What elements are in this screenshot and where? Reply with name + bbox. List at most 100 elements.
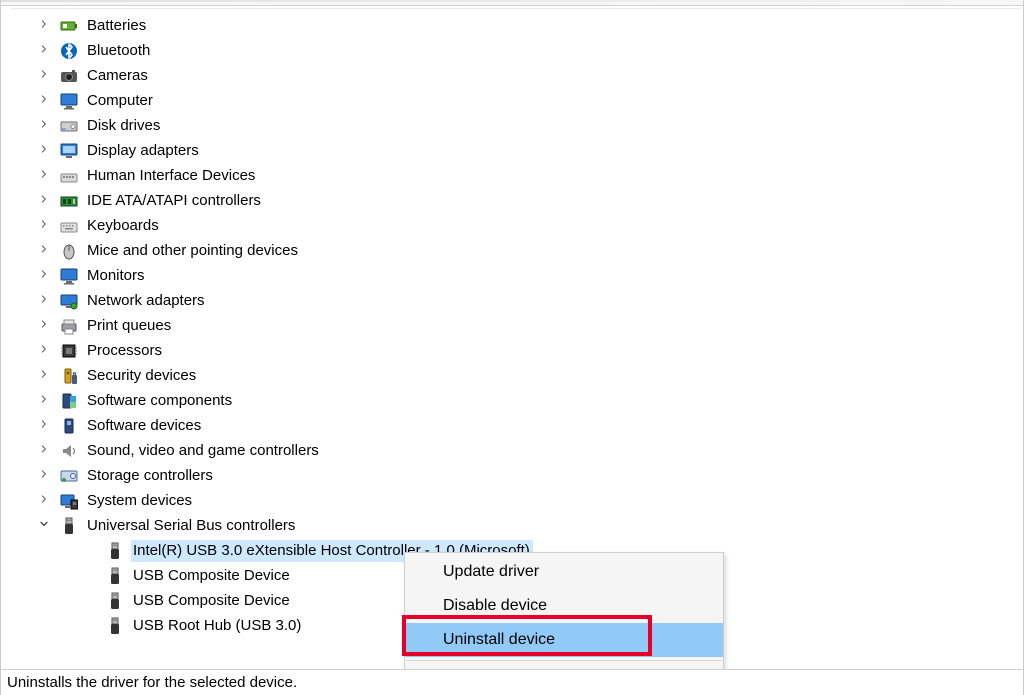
tree-node[interactable]: Cameras: [11, 63, 1021, 88]
expander-spacer: [85, 569, 99, 583]
toolbar-border: [1, 0, 1023, 6]
tree-node-label: Computer: [85, 90, 156, 112]
usb-icon: [105, 591, 125, 611]
menu-separator: [406, 660, 722, 661]
tree-node[interactable]: Universal Serial Bus controllers: [11, 513, 1021, 538]
storage-icon: [59, 466, 79, 486]
chevron-right-icon[interactable]: [39, 44, 53, 58]
tree-node-label: Human Interface Devices: [85, 165, 258, 187]
tree-node-label: Software devices: [85, 415, 204, 437]
tree-node-label: Cameras: [85, 65, 151, 87]
swdev-icon: [59, 416, 79, 436]
chevron-right-icon[interactable]: [39, 294, 53, 308]
chevron-right-icon[interactable]: [39, 219, 53, 233]
sound-icon: [59, 441, 79, 461]
tree-node[interactable]: Monitors: [11, 263, 1021, 288]
tree-node-label: Sound, video and game controllers: [85, 440, 322, 462]
tree-node[interactable]: IDE ATA/ATAPI controllers: [11, 188, 1021, 213]
expander-spacer: [85, 544, 99, 558]
tree-node-label: Keyboards: [85, 215, 162, 237]
tree-node-label: USB Root Hub (USB 3.0): [131, 615, 304, 637]
tree-node-label: USB Composite Device: [131, 565, 293, 587]
tree-node-label: Display adapters: [85, 140, 202, 162]
cpu-icon: [59, 341, 79, 361]
tree-node-label: IDE ATA/ATAPI controllers: [85, 190, 264, 212]
chevron-right-icon[interactable]: [39, 419, 53, 433]
camera-icon: [59, 66, 79, 86]
tree-node[interactable]: Computer: [11, 88, 1021, 113]
tree-node[interactable]: Disk drives: [11, 113, 1021, 138]
tree-node-label: Network adapters: [85, 290, 208, 312]
usb-icon: [105, 541, 125, 561]
hid-icon: [59, 166, 79, 186]
status-bar: Uninstalls the driver for the selected d…: [1, 669, 1023, 695]
tree-node[interactable]: Software components: [11, 388, 1021, 413]
tree-node-label: Storage controllers: [85, 465, 216, 487]
tree-node[interactable]: System devices: [11, 488, 1021, 513]
tree-node-label: Mice and other pointing devices: [85, 240, 301, 262]
chevron-right-icon[interactable]: [39, 169, 53, 183]
tree-node-label: Bluetooth: [85, 40, 153, 62]
expander-spacer: [85, 594, 99, 608]
tree-node[interactable]: Software devices: [11, 413, 1021, 438]
chevron-right-icon[interactable]: [39, 494, 53, 508]
usb-icon: [105, 616, 125, 636]
keyboard-icon: [59, 216, 79, 236]
tree-node-label: Print queues: [85, 315, 174, 337]
tree-node[interactable]: Keyboards: [11, 213, 1021, 238]
tree-node[interactable]: Batteries: [11, 13, 1021, 38]
tree-node-label: Universal Serial Bus controllers: [85, 515, 298, 537]
tree-node[interactable]: Mice and other pointing devices: [11, 238, 1021, 263]
chevron-right-icon[interactable]: [39, 269, 53, 283]
tree-node-label: Software components: [85, 390, 235, 412]
chevron-right-icon[interactable]: [39, 144, 53, 158]
device-manager-window: Batteries Bluetooth Cameras Computer Disk dr…: [0, 0, 1024, 695]
chevron-down-icon[interactable]: [39, 519, 53, 533]
usb-icon: [105, 566, 125, 586]
chevron-right-icon[interactable]: [39, 369, 53, 383]
monitor-icon: [59, 266, 79, 286]
chevron-right-icon[interactable]: [39, 119, 53, 133]
tree-node[interactable]: Print queues: [11, 313, 1021, 338]
chevron-right-icon[interactable]: [39, 469, 53, 483]
chevron-right-icon[interactable]: [39, 194, 53, 208]
menu-item[interactable]: Disable device: [405, 589, 723, 623]
tree-node[interactable]: Bluetooth: [11, 38, 1021, 63]
chevron-right-icon[interactable]: [39, 319, 53, 333]
tree-node[interactable]: Storage controllers: [11, 463, 1021, 488]
ide-icon: [59, 191, 79, 211]
tree-node[interactable]: Security devices: [11, 363, 1021, 388]
tree-node-label: Monitors: [85, 265, 148, 287]
tree-node-label: Security devices: [85, 365, 199, 387]
tree-node-label: Batteries: [85, 15, 149, 37]
chevron-right-icon[interactable]: [39, 344, 53, 358]
menu-item[interactable]: Uninstall device: [405, 623, 723, 657]
swcomp-icon: [59, 391, 79, 411]
printer-icon: [59, 316, 79, 336]
battery-icon: [59, 16, 79, 36]
menu-item[interactable]: Update driver: [405, 555, 723, 589]
usb-icon: [59, 516, 79, 536]
chevron-right-icon[interactable]: [39, 19, 53, 33]
chevron-right-icon[interactable]: [39, 444, 53, 458]
tree-node-label: USB Composite Device: [131, 590, 293, 612]
chevron-right-icon[interactable]: [39, 244, 53, 258]
disk-icon: [59, 116, 79, 136]
chevron-right-icon[interactable]: [39, 394, 53, 408]
tree-node[interactable]: Network adapters: [11, 288, 1021, 313]
tree-node-label: Disk drives: [85, 115, 163, 137]
mouse-icon: [59, 241, 79, 261]
tree-node[interactable]: Display adapters: [11, 138, 1021, 163]
network-icon: [59, 291, 79, 311]
display-icon: [59, 141, 79, 161]
menu-item-label: Disable device: [443, 597, 547, 615]
chevron-right-icon[interactable]: [39, 69, 53, 83]
tree-node[interactable]: Sound, video and game controllers: [11, 438, 1021, 463]
system-icon: [59, 491, 79, 511]
status-text: Uninstalls the driver for the selected d…: [7, 674, 297, 691]
chevron-right-icon[interactable]: [39, 94, 53, 108]
tree-node[interactable]: Human Interface Devices: [11, 163, 1021, 188]
menu-item-label: Uninstall device: [443, 631, 555, 649]
tree-node-label: Processors: [85, 340, 165, 362]
tree-node[interactable]: Processors: [11, 338, 1021, 363]
